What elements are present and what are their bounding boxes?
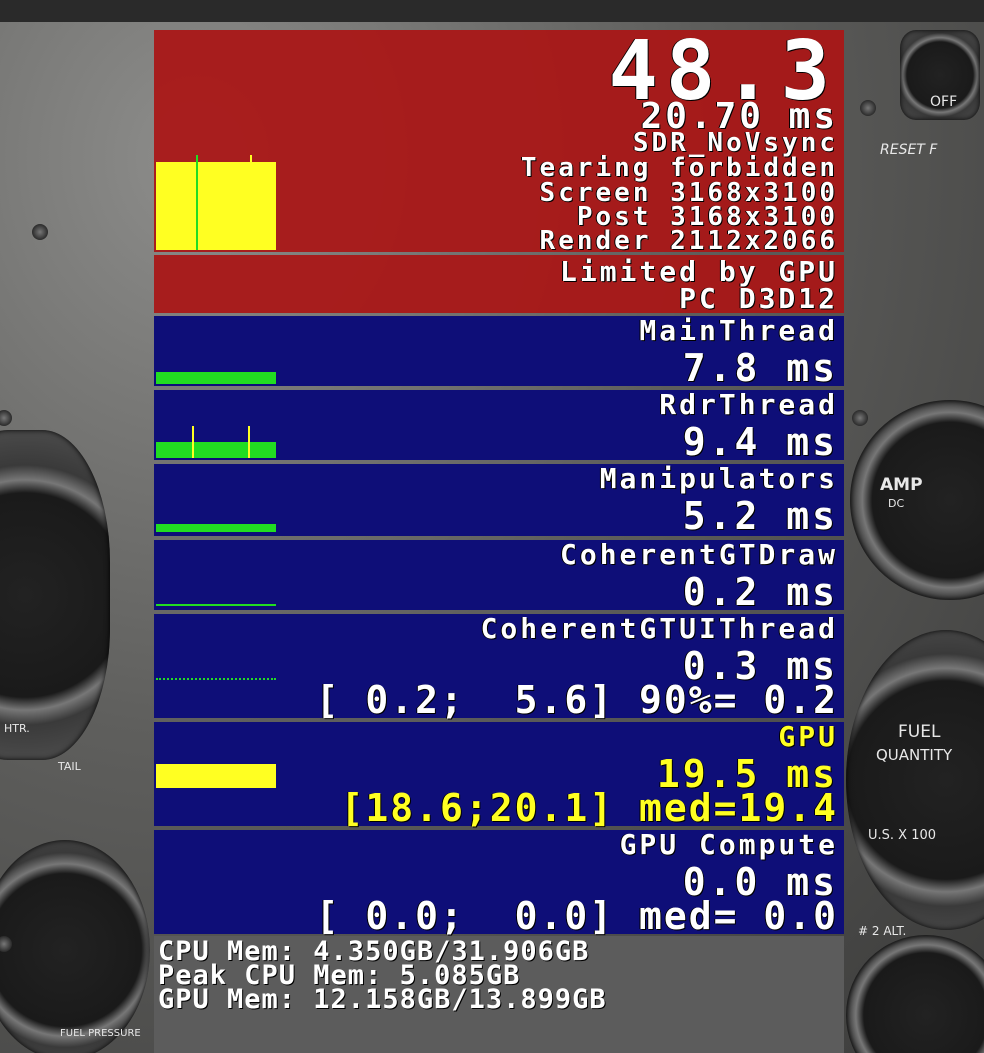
thread-name: CoherentGTUIThread (480, 612, 838, 645)
thread-time: 0.2 ms (682, 570, 838, 614)
thread-graph (156, 524, 276, 532)
thread-coherent-ui: CoherentGTUIThread 0.3 ms [ 0.2; 5.6] 90… (154, 612, 844, 722)
frame-time-graph (156, 155, 276, 250)
thread-graph (156, 678, 276, 682)
thread-render: RdrThread 9.4 ms (154, 388, 844, 464)
thread-name: CoherentGTDraw (559, 538, 838, 571)
thread-name: Manipulators (599, 462, 838, 495)
thread-stats: [ 0.2; 5.6] 90%= 0.2 (315, 678, 838, 722)
panel-screw (852, 410, 868, 426)
gpu-graph (156, 764, 276, 788)
tail-label: TAIL (58, 760, 81, 773)
thread-graph (156, 604, 276, 606)
htr-label: HTR. (4, 722, 30, 735)
gpu-mem: GPU Mem: 12.158GB/13.899GB (158, 984, 607, 1015)
gpu-name: GPU (778, 720, 838, 753)
gpu-stats: [18.6;20.1] med=19.4 (340, 786, 838, 830)
limit-panel: Limited by GPU PC D3D12 (154, 255, 844, 315)
thread-name: MainThread (639, 314, 838, 347)
thread-coherent-draw: CoherentGTDraw 0.2 ms (154, 538, 844, 614)
fuel-quantity-gauge (846, 630, 984, 930)
thread-name: RdrThread (659, 388, 838, 421)
amp-dc-label: DC (888, 497, 905, 510)
fuel-pressure-gauge (0, 840, 150, 1053)
memory-panel: CPU Mem: 4.350GB/31.906GB Peak CPU Mem: … (154, 936, 844, 1053)
amp-gauge (850, 400, 984, 600)
render-resolution: Render 2112x2066 (539, 226, 838, 256)
graphics-api: PC D3D12 (679, 282, 838, 315)
thread-manipulators: Manipulators 5.2 ms (154, 462, 844, 538)
thread-graph (156, 426, 276, 458)
fuel-pressure-label: FUEL PRESSURE (60, 1028, 141, 1039)
switch-off-label: OFF (930, 94, 958, 110)
fuel-unit-label: U.S. X 100 (868, 828, 937, 843)
fuel-label: FUEL (898, 722, 941, 742)
gpu-compute-panel: GPU Compute 0.0 ms [ 0.0; 0.0] med= 0.0 (154, 828, 844, 938)
switch-reset-label: RESET F (880, 142, 938, 158)
airspeed-gauge (0, 430, 110, 760)
thread-time: 9.4 ms (682, 420, 838, 464)
panel-screw (860, 100, 876, 116)
alt-label: # 2 ALT. (858, 924, 907, 938)
amp-label: AMP (880, 475, 923, 495)
fps-panel: 48.3 20.70 ms SDR_NoVsync Tearing forbid… (154, 24, 844, 256)
thread-time: 7.8 ms (682, 346, 838, 390)
gpu-panel: GPU 19.5 ms [18.6;20.1] med=19.4 (154, 720, 844, 830)
thread-graph (156, 372, 276, 384)
thread-time: 5.2 ms (682, 494, 838, 538)
window-top-bar (0, 0, 984, 22)
thread-main: MainThread 7.8 ms (154, 314, 844, 390)
gpu-compute-stats: [ 0.0; 0.0] med= 0.0 (315, 894, 838, 938)
aux-gauge (846, 935, 984, 1053)
fuel-quantity-label: QUANTITY (876, 746, 953, 764)
panel-screw (32, 224, 48, 240)
gpu-compute-name: GPU Compute (619, 828, 838, 861)
panel-screw (0, 410, 12, 426)
